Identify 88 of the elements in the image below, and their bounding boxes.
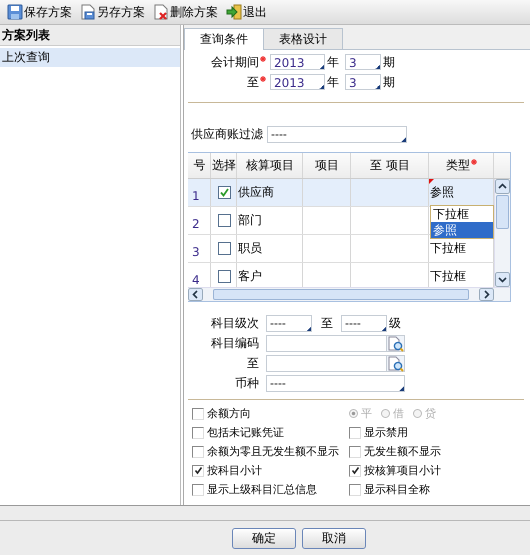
unit-label: 期: [382, 54, 396, 70]
scheme-list-item[interactable]: 上次查询: [0, 48, 180, 67]
field-label: 至: [247, 74, 259, 90]
checkbox[interactable]: [192, 484, 204, 496]
field-label: 供应商账过滤: [191, 126, 263, 143]
toolbar-button[interactable]: 退出: [223, 2, 270, 22]
field-label: 科目编码: [210, 335, 259, 352]
dialog-button[interactable]: 取消: [302, 528, 366, 548]
checkbox-label: 无发生额不显示: [364, 444, 441, 459]
field-label: 至: [320, 315, 334, 332]
table-cell: 供应商: [237, 179, 303, 206]
dropdown-option[interactable]: 参照: [431, 222, 493, 238]
field-label: 至: [246, 355, 259, 372]
document-cross-icon: [153, 4, 169, 20]
toolbar-button[interactable]: 另存方案: [77, 2, 148, 22]
tab[interactable]: 查询条件: [184, 28, 264, 50]
checkbox-label: 显示禁用: [364, 425, 408, 440]
table-cell: 职员: [237, 235, 303, 262]
table-cell: 下拉框: [430, 240, 466, 257]
level-field[interactable]: ----: [266, 315, 312, 332]
row-number: 2: [188, 207, 211, 234]
column-header: 项目: [303, 153, 351, 178]
checkbox-label: 显示科目全称: [364, 482, 430, 497]
period-field[interactable]: 3: [345, 74, 381, 90]
row-number: 1: [188, 179, 211, 206]
filter-field[interactable]: ----: [267, 126, 407, 143]
unit-label: 年: [326, 74, 340, 90]
field-label: 会计期间: [211, 54, 259, 70]
radio-label: 平: [361, 406, 372, 421]
level-field[interactable]: ----: [341, 315, 387, 332]
document-search-icon[interactable]: [388, 356, 404, 372]
checkbox-label: 包括未记账凭证: [207, 425, 284, 440]
dropdown-option[interactable]: 下拉框: [431, 206, 493, 222]
checkbox[interactable]: [192, 408, 204, 420]
field-label: 币种: [234, 375, 259, 392]
toolbar-button[interactable]: 保存方案: [4, 2, 75, 22]
scroll-down-icon[interactable]: [495, 272, 510, 287]
field-label: 科目级次: [210, 315, 259, 332]
table-cell: 参照: [430, 184, 454, 201]
horizontal-scrollbar[interactable]: [188, 287, 510, 301]
checkbox[interactable]: [349, 464, 361, 476]
dialog-button[interactable]: 确定: [232, 528, 296, 548]
checkbox-label: 余额为零且无发生额不显示: [207, 444, 339, 459]
column-header: 类型: [429, 153, 494, 178]
unit-label: 级: [388, 315, 402, 332]
lookup-field[interactable]: [266, 355, 405, 372]
checkbox-label: 显示上级科目汇总信息: [207, 482, 317, 497]
checkbox[interactable]: [218, 186, 230, 199]
column-header: 号: [188, 153, 211, 178]
checkbox[interactable]: [349, 426, 361, 438]
scroll-up-icon[interactable]: [495, 179, 510, 194]
table-cell: 下拉框: [430, 268, 466, 285]
checkbox-label: 余额方向: [207, 406, 251, 421]
vertical-scrollbar[interactable]: [494, 179, 510, 287]
scroll-thumb[interactable]: [213, 289, 469, 300]
unit-label: 年: [326, 54, 340, 70]
checkbox-label: 按科目小计: [207, 463, 262, 478]
column-header: 至 项目: [351, 153, 429, 178]
row-number: 3: [188, 235, 211, 262]
lookup-field[interactable]: [266, 335, 405, 352]
column-header: 核算项目: [237, 153, 303, 178]
radio-label: 贷: [425, 406, 436, 421]
radio-label: 借: [393, 406, 404, 421]
column-header: 选择: [211, 153, 237, 178]
document-floppy-icon: [80, 4, 96, 20]
checkbox[interactable]: [192, 446, 204, 458]
period-field[interactable]: 3: [345, 54, 381, 70]
year-field[interactable]: 2013: [270, 54, 325, 70]
toolbar-button[interactable]: 删除方案: [150, 2, 221, 22]
scroll-left-icon[interactable]: [188, 288, 203, 301]
year-field[interactable]: 2013: [270, 74, 325, 90]
checkbox[interactable]: [192, 426, 204, 438]
currency-field[interactable]: ----: [266, 375, 405, 392]
checkbox[interactable]: [218, 270, 230, 283]
unit-label: 期: [382, 74, 396, 90]
tab[interactable]: 表格设计: [263, 28, 343, 49]
checkbox[interactable]: [349, 446, 361, 458]
document-search-icon[interactable]: [388, 336, 404, 352]
scroll-right-icon[interactable]: [479, 288, 494, 301]
door-arrow-icon: [226, 4, 242, 20]
table-cell: 部门: [237, 207, 303, 234]
checkbox-label: 按核算项目小计: [364, 463, 441, 478]
scroll-thumb[interactable]: [496, 195, 509, 229]
checkbox[interactable]: [349, 484, 361, 496]
checkbox[interactable]: [218, 242, 230, 255]
panel-title: 方案列表: [0, 25, 180, 46]
checkbox[interactable]: [218, 214, 230, 227]
checkbox[interactable]: [192, 464, 204, 476]
